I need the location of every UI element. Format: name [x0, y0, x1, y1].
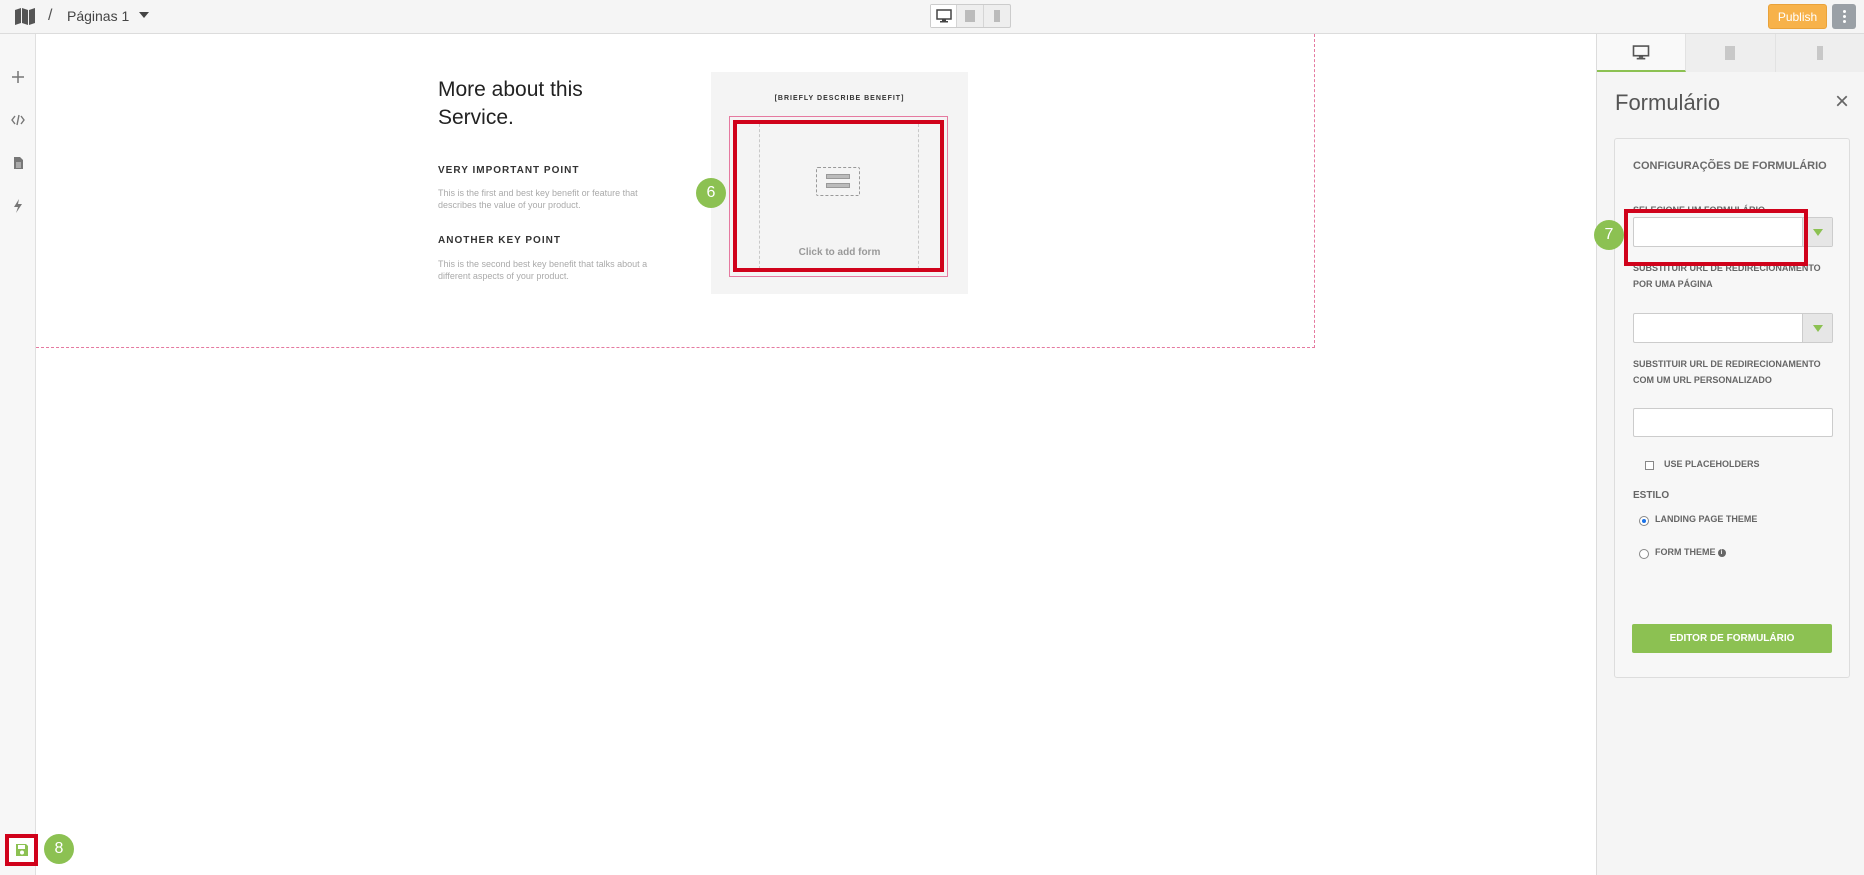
- close-icon[interactable]: ×: [1835, 90, 1849, 114]
- select-form-highlight-box: [1624, 209, 1808, 266]
- landing-page-theme-radio[interactable]: [1639, 516, 1649, 526]
- mobile-icon: [1816, 46, 1823, 60]
- use-placeholders-label[interactable]: USE PLACEHOLDERS: [1664, 459, 1760, 469]
- save-icon: [15, 844, 28, 856]
- panel-title: Formulário: [1615, 90, 1721, 115]
- bolt-icon[interactable]: [8, 196, 28, 216]
- form-editor-button[interactable]: EDITOR DE FORMULÁRIO: [1632, 624, 1832, 653]
- save-button[interactable]: [5, 834, 38, 866]
- tab-tablet[interactable]: [1686, 34, 1776, 72]
- properties-panel: Formulário × CONFIGURAÇÕES DE FORMULÁRIO…: [1594, 34, 1864, 875]
- tablet-icon: [1725, 46, 1736, 60]
- form-theme-radio[interactable]: [1639, 549, 1649, 559]
- dot: [1842, 15, 1846, 18]
- redirect-url-input[interactable]: [1633, 408, 1833, 437]
- point-description[interactable]: This is the second best key benefit that…: [438, 258, 648, 282]
- device-tabs: [1597, 34, 1864, 72]
- point-title[interactable]: VERY IMPORTANT POINT: [438, 165, 580, 176]
- mobile-icon: [993, 10, 1000, 22]
- tab-desktop[interactable]: [1597, 34, 1687, 72]
- tab-mobile[interactable]: [1775, 34, 1864, 72]
- desktop-view-button[interactable]: [931, 5, 958, 27]
- form-theme-option[interactable]: FORM THEME i: [1655, 547, 1726, 557]
- page-canvas[interactable]: More about this Service. VERY IMPORTANT …: [36, 34, 1596, 875]
- info-icon[interactable]: i: [1717, 549, 1726, 557]
- form-card-title[interactable]: [BRIEFLY DESCRIBE BENEFIT]: [711, 95, 968, 102]
- breadcrumb-separator: /: [48, 7, 53, 24]
- point-description[interactable]: This is the first and best key benefit o…: [438, 187, 648, 211]
- left-toolbar: [0, 34, 36, 875]
- tablet-view-button[interactable]: [957, 5, 984, 27]
- tablet-icon: [965, 10, 976, 22]
- landing-page-theme-label[interactable]: LANDING PAGE THEME: [1655, 514, 1757, 524]
- form-card[interactable]: [BRIEFLY DESCRIBE BENEFIT] Click to add …: [711, 72, 968, 294]
- more-options-button[interactable]: [1832, 4, 1856, 29]
- plus-icon[interactable]: [8, 67, 28, 87]
- settings-heading: CONFIGURAÇÕES DE FORMULÁRIO: [1633, 160, 1827, 172]
- chevron-down-icon[interactable]: [139, 12, 149, 18]
- desktop-icon: [1632, 44, 1650, 59]
- dropdown-arrow-icon[interactable]: [1802, 314, 1832, 342]
- page-icon[interactable]: [8, 153, 28, 173]
- dot: [1842, 20, 1846, 23]
- style-heading: ESTILO: [1633, 490, 1670, 501]
- mobile-view-button[interactable]: [984, 5, 1010, 27]
- section-title[interactable]: More about this Service.: [438, 76, 638, 132]
- publish-button[interactable]: Publish: [1768, 4, 1827, 29]
- step-badge: 6: [696, 178, 726, 208]
- code-icon[interactable]: [8, 110, 28, 130]
- step-badge: 8: [44, 834, 74, 864]
- top-bar: / Páginas 1 Publish: [0, 0, 1864, 34]
- page-selector-label[interactable]: Páginas 1: [67, 8, 129, 24]
- form-highlight-box[interactable]: [733, 120, 944, 272]
- content-section[interactable]: More about this Service. VERY IMPORTANT …: [36, 34, 1315, 348]
- use-placeholders-checkbox[interactable]: [1645, 461, 1654, 470]
- form-theme-label: FORM THEME: [1655, 547, 1716, 557]
- desktop-icon: [935, 9, 952, 23]
- redirect-url-label: SUBSTITUIR URL DE REDIRECIONAMENTO COM U…: [1633, 359, 1821, 385]
- dot: [1842, 10, 1846, 13]
- step-badge: 7: [1594, 220, 1624, 250]
- device-switcher: [930, 4, 1011, 28]
- redirect-page-select[interactable]: [1633, 313, 1833, 343]
- map-icon[interactable]: [14, 7, 36, 26]
- point-title[interactable]: ANOTHER KEY POINT: [438, 235, 561, 246]
